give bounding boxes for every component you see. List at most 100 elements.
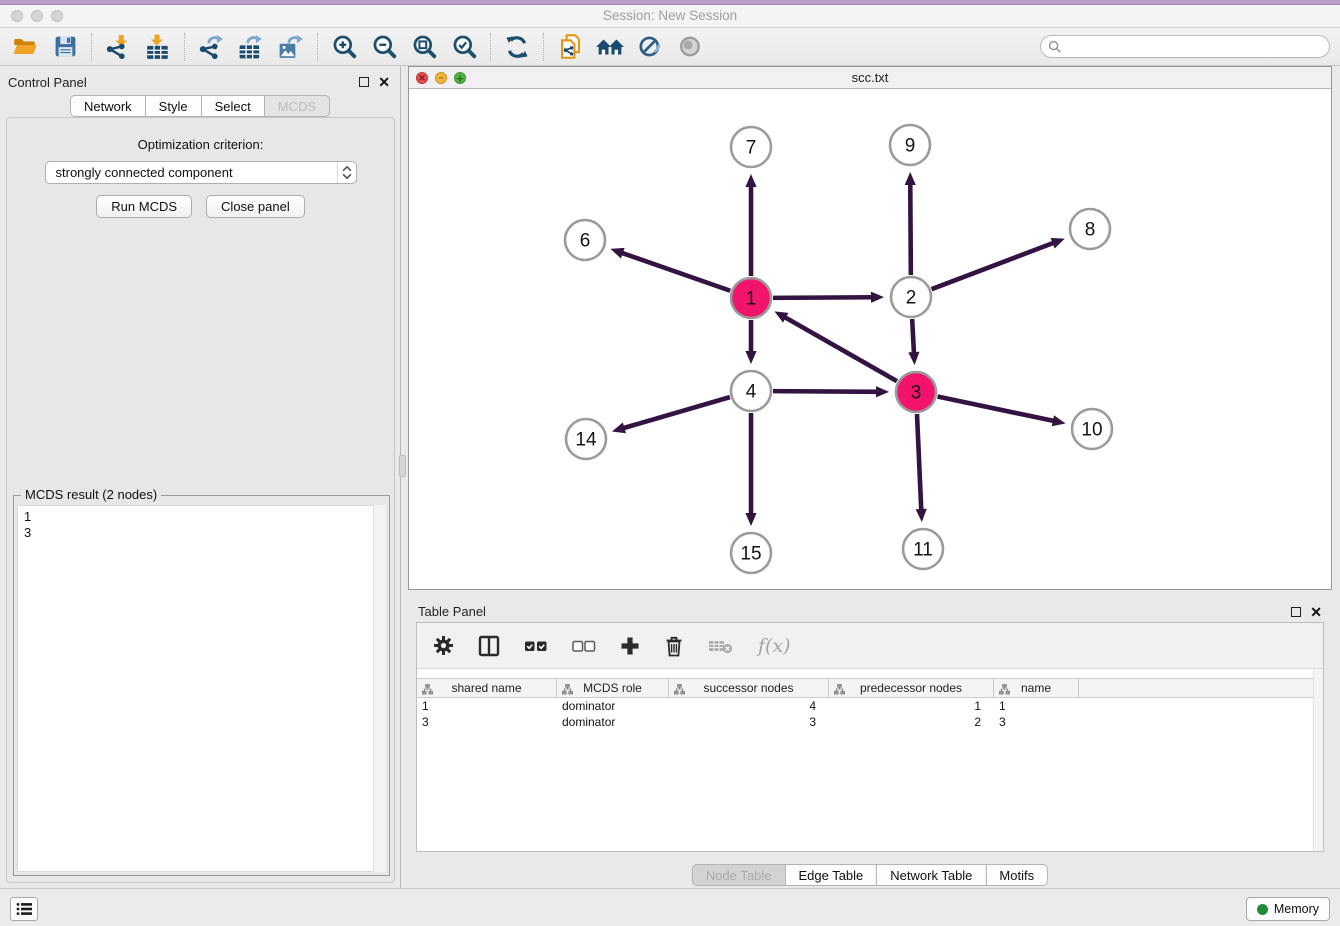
tab-network[interactable]: Network	[70, 95, 146, 117]
tab-node-table[interactable]: Node Table	[692, 864, 786, 886]
graph-node-1[interactable]: 1	[731, 278, 771, 318]
column-hierarchy-icon	[674, 684, 685, 695]
run-mcds-button[interactable]: Run MCDS	[96, 195, 192, 218]
task-history-button[interactable]	[10, 897, 38, 921]
table-scrollbar[interactable]	[1313, 669, 1323, 851]
search-input[interactable]	[1040, 35, 1330, 58]
tab-style[interactable]: Style	[145, 95, 202, 117]
tab-select[interactable]: Select	[201, 95, 265, 117]
edge-arrowhead	[612, 422, 626, 433]
settings-icon[interactable]	[433, 635, 454, 656]
edge-3-1[interactable]	[784, 317, 897, 381]
table-panel: Table Panel ✕	[408, 595, 1332, 888]
zoom-fit-content-icon[interactable]	[407, 31, 441, 63]
close-panel-button[interactable]: Close panel	[206, 195, 305, 218]
edge-arrowhead	[745, 351, 756, 364]
node-label: 9	[905, 136, 916, 157]
delete-columns-icon[interactable]	[664, 635, 684, 657]
node-label: 8	[1085, 220, 1096, 241]
zoom-in-icon[interactable]	[327, 31, 361, 63]
save-session-icon[interactable]	[48, 31, 82, 63]
criterion-select[interactable]: strongly connected component	[45, 161, 357, 184]
edge-3-11[interactable]	[917, 414, 921, 511]
edge-arrowhead	[905, 172, 916, 185]
graph-node-7[interactable]: 7	[731, 127, 771, 167]
export-table-icon[interactable]	[234, 31, 268, 63]
node-label: 7	[746, 138, 757, 159]
open-session-icon[interactable]	[8, 31, 42, 63]
column-header-predecessor-nodes[interactable]: predecessor nodes	[829, 679, 994, 697]
node-table-container: f(x) shared nameMCDS rolesuccessor nodes…	[416, 622, 1324, 852]
float-table-panel-icon[interactable]	[1291, 607, 1301, 617]
close-table-panel-icon[interactable]: ✕	[1310, 607, 1322, 617]
edge-1-6[interactable]	[621, 253, 730, 291]
window-title: Session: New Session	[0, 8, 1340, 23]
graph-node-8[interactable]: 8	[1070, 209, 1110, 249]
network-canvas[interactable]: 7 9 6 8 1 2 4 3 14 10 15 11	[409, 89, 1331, 590]
select-stepper-icon	[337, 162, 356, 183]
table-tabs: Node TableEdge TableNetwork TableMotifs	[692, 864, 1048, 886]
function-builder-icon[interactable]: f(x)	[758, 635, 791, 657]
graph-node-3[interactable]: 3	[896, 372, 936, 412]
memory-status-icon	[1257, 904, 1268, 915]
column-header-mcds-role[interactable]: MCDS role	[557, 679, 669, 697]
edge-2-9[interactable]	[910, 183, 911, 275]
show-all-icon[interactable]	[673, 31, 707, 63]
table-row[interactable]: 1dominator411	[417, 698, 1323, 714]
edge-arrowhead	[610, 248, 624, 259]
graph-node-4[interactable]: 4	[731, 371, 771, 411]
create-column-icon[interactable]	[620, 636, 640, 656]
node-label: 10	[1081, 420, 1102, 441]
zoom-selected-region-icon[interactable]	[447, 31, 481, 63]
export-image-icon[interactable]	[274, 31, 308, 63]
graph-node-6[interactable]: 6	[565, 220, 605, 260]
close-panel-icon[interactable]: ✕	[378, 77, 390, 87]
network-window-titlebar[interactable]: ✕ − ＋ scc.txt	[409, 67, 1331, 89]
tab-mcds[interactable]: MCDS	[264, 95, 330, 117]
graph-node-11[interactable]: 11	[903, 529, 943, 569]
column-header-shared-name[interactable]: shared name	[417, 679, 557, 697]
select-all-columns-icon[interactable]	[524, 639, 548, 653]
toggle-panel-icon[interactable]	[478, 635, 500, 657]
hide-selected-icon[interactable]	[633, 31, 667, 63]
toolbar-separator	[91, 33, 92, 61]
app-titlebar: Session: New Session	[0, 0, 1340, 28]
edge-1-2[interactable]	[773, 297, 873, 298]
unselect-all-columns-icon[interactable]	[572, 639, 596, 653]
mcds-result-text[interactable]: 1 3	[17, 505, 386, 872]
tab-motifs[interactable]: Motifs	[985, 864, 1048, 886]
edge-2-3[interactable]	[912, 319, 914, 354]
graph-node-15[interactable]: 15	[731, 533, 771, 573]
result-scrollbar[interactable]	[373, 505, 386, 872]
graph-node-9[interactable]: 9	[890, 125, 930, 165]
edge-4-14[interactable]	[622, 397, 729, 428]
graph-node-10[interactable]: 10	[1072, 409, 1112, 449]
clone-network-icon[interactable]	[553, 31, 587, 63]
edge-arrowhead	[908, 352, 919, 365]
tab-edge-table[interactable]: Edge Table	[784, 864, 877, 886]
zoom-out-icon[interactable]	[367, 31, 401, 63]
table-row[interactable]: 3dominator323	[417, 714, 1323, 730]
edge-2-8[interactable]	[932, 242, 1055, 289]
edge-4-3[interactable]	[773, 391, 878, 392]
graph-node-14[interactable]: 14	[566, 419, 606, 459]
tab-network-table[interactable]: Network Table	[876, 864, 986, 886]
column-header-name[interactable]: name	[994, 679, 1079, 697]
graph-node-2[interactable]: 2	[891, 277, 931, 317]
float-panel-icon[interactable]	[359, 77, 369, 87]
column-hierarchy-icon	[562, 684, 573, 695]
export-network-icon[interactable]	[194, 31, 228, 63]
node-label: 3	[911, 383, 922, 404]
apply-preferred-layout-icon[interactable]	[500, 31, 534, 63]
splitpane-grip[interactable]	[399, 455, 406, 477]
delete-table-icon[interactable]	[708, 637, 734, 655]
edge-arrowhead	[1052, 415, 1066, 426]
first-neighbors-icon[interactable]	[593, 31, 627, 63]
memory-button[interactable]: Memory	[1246, 897, 1330, 921]
node-label: 2	[906, 288, 917, 309]
column-header-successor-nodes[interactable]: successor nodes	[669, 679, 829, 697]
import-network-from-file-icon[interactable]	[101, 31, 135, 63]
import-table-from-file-icon[interactable]	[141, 31, 175, 63]
column-hierarchy-icon	[834, 684, 845, 695]
edge-3-10[interactable]	[938, 397, 1055, 422]
